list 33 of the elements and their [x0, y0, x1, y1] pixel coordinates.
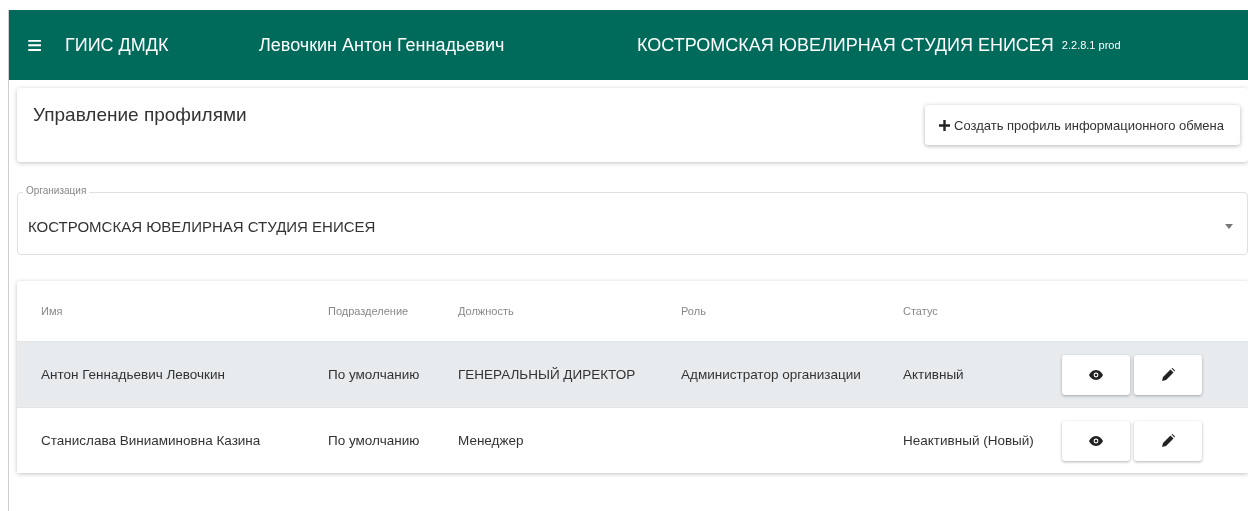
table-cell-text: Антон Геннадьевич Левочкин — [40, 367, 226, 382]
app-name: ГИИС ДМДК — [65, 34, 170, 56]
column-header: Роль — [680, 305, 707, 317]
table-cell-text: ГЕНЕРАЛЬНЫЙ ДИРЕКТОР — [457, 367, 637, 382]
table-row[interactable]: Станислава Виниаминовна Казина По умолчанию Менеджер Неактивный (Новый) — [17, 407, 1248, 473]
column-header: Статус — [902, 305, 939, 317]
page-title: Управление профилями — [33, 104, 247, 126]
table-cell-text: Неактивный (Новый) — [902, 433, 1035, 448]
table-cell-text: По умолчанию — [327, 367, 421, 382]
table-cell-text: Администратор организации — [680, 367, 862, 382]
column-header: Имя — [40, 305, 64, 317]
field-label: Организация — [23, 185, 90, 196]
plus-icon — [939, 119, 950, 131]
table-cell-text: Активный — [902, 367, 965, 382]
organization-name: КОСТРОМСКАЯ ЮВЕЛИРНАЯ СТУДИЯ ЕНИСЕЯ — [637, 34, 1054, 56]
table-cell-text: Менеджер — [457, 433, 525, 448]
version-label: 2.2.8.1 prod — [1061, 39, 1121, 51]
field-value: КОСТРОМСКАЯ ЮВЕЛИРНАЯ СТУДИЯ ЕНИСЕЯ — [28, 218, 376, 235]
caret-icon — [1225, 224, 1233, 229]
table-cell-text: По умолчанию — [327, 433, 421, 448]
menu-icon[interactable]: ≡ — [27, 32, 49, 58]
table-row[interactable]: Антон Геннадьевич Левочкин По умолчанию ГЕНЕРАЛЬНЫЙ ДИРЕКТОР Администратор организации Активный — [17, 341, 1248, 407]
eye-icon — [1089, 435, 1103, 446]
pencil-icon — [1161, 434, 1175, 447]
eye-icon — [1089, 369, 1103, 380]
user-name: Левочкин Антон Геннадьевич — [259, 34, 506, 56]
column-header: Подразделение — [327, 305, 410, 317]
column-header: Должность — [457, 305, 515, 317]
view-button[interactable] — [1062, 420, 1130, 461]
view-button[interactable] — [1062, 354, 1130, 395]
create-profile-button[interactable]: Создать профиль информационного обмена — [925, 105, 1240, 145]
pencil-icon — [1161, 368, 1175, 381]
table-cell-text: Станислава Виниаминовна Казина — [40, 433, 262, 448]
